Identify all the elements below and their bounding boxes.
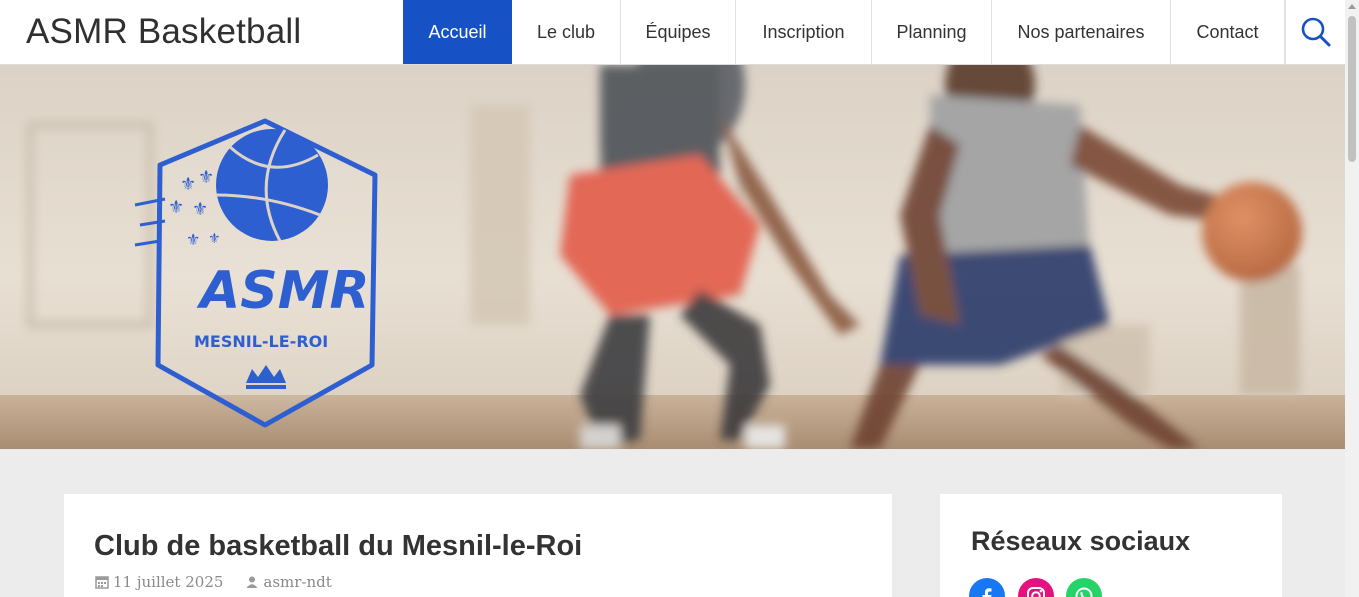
nav-item-nos-partenaires[interactable]: Nos partenaires xyxy=(992,0,1171,64)
nav-item-contact[interactable]: Contact xyxy=(1171,0,1285,64)
post-meta: 11 juillet 2025 asmr-ndt xyxy=(95,573,332,591)
site-title[interactable]: ASMR Basketball xyxy=(26,12,301,52)
social-widget: Réseaux sociaux xyxy=(940,494,1282,597)
nav-item-inscription[interactable]: Inscription xyxy=(736,0,872,64)
whatsapp-link[interactable] xyxy=(1066,578,1102,597)
scroll-thumb[interactable] xyxy=(1348,16,1356,162)
svg-text:⚜: ⚜ xyxy=(208,231,221,247)
svg-text:MESNIL-LE-ROI: MESNIL-LE-ROI xyxy=(194,332,328,351)
post-date-text[interactable]: 11 juillet 2025 xyxy=(113,573,223,591)
site-header: ASMR Basketball Accueil Le club Équipes … xyxy=(0,0,1345,65)
nav-item-le-club[interactable]: Le club xyxy=(512,0,621,64)
whatsapp-icon xyxy=(1075,587,1093,597)
svg-text:⚜: ⚜ xyxy=(192,199,208,220)
nav-item-equipes[interactable]: Équipes xyxy=(621,0,736,64)
svg-text:⚜: ⚜ xyxy=(198,167,214,188)
svg-text:⚜: ⚜ xyxy=(168,197,184,218)
search-button[interactable] xyxy=(1285,0,1345,64)
svg-text:⚜: ⚜ xyxy=(180,174,196,195)
svg-text:ASMR: ASMR xyxy=(196,261,369,321)
hero-image: ⚜ ⚜ ⚜ ⚜ ⚜ ⚜ ASMR MESNIL-LE-ROI xyxy=(0,65,1345,449)
calendar-icon xyxy=(95,576,109,589)
svg-text:⚜: ⚜ xyxy=(186,230,200,249)
post-card: Club de basketball du Mesnil-le-Roi 11 j… xyxy=(64,494,892,597)
nav-item-planning[interactable]: Planning xyxy=(872,0,992,64)
instagram-link[interactable] xyxy=(1018,578,1054,597)
widget-title: Réseaux sociaux xyxy=(971,526,1191,556)
post-date: 11 juillet 2025 xyxy=(95,573,223,591)
instagram-icon xyxy=(1027,587,1045,597)
user-icon xyxy=(246,576,258,588)
scroll-up-arrow[interactable] xyxy=(1348,4,1356,9)
facebook-link[interactable] xyxy=(969,578,1005,597)
search-icon xyxy=(1301,17,1330,47)
nav-item-accueil[interactable]: Accueil xyxy=(403,0,512,64)
post-author: asmr-ndt xyxy=(245,573,332,591)
post-title[interactable]: Club de basketball du Mesnil-le-Roi xyxy=(94,530,582,563)
post-author-text[interactable]: asmr-ndt xyxy=(263,573,331,591)
page-scrollbar[interactable] xyxy=(1345,0,1359,597)
main-nav: Accueil Le club Équipes Inscription Plan… xyxy=(403,0,1285,64)
facebook-icon xyxy=(982,588,992,597)
hero-banner: ⚜ ⚜ ⚜ ⚜ ⚜ ⚜ ASMR MESNIL-LE-ROI xyxy=(0,65,1345,449)
